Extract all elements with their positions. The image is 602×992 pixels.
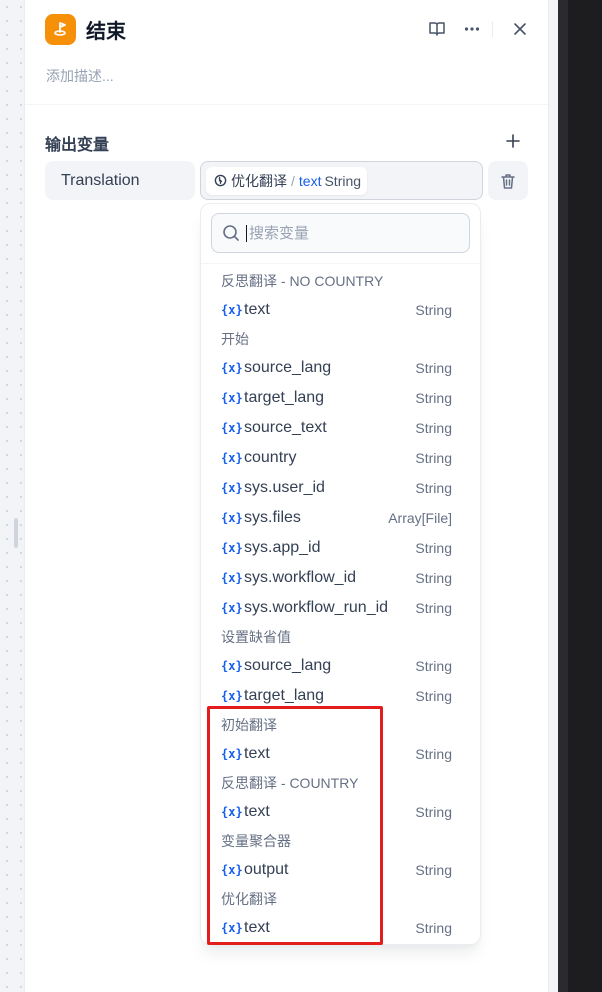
variable-option-type: String (415, 600, 452, 616)
variable-icon: {x} (221, 747, 243, 761)
variable-option-name: sys.app_id (244, 539, 321, 556)
variable-icon: {x} (221, 421, 243, 435)
variable-group-title: 反思翻译 - NO COUNTRY (221, 273, 384, 289)
variable-option-type: String (415, 862, 452, 878)
variable-option[interactable]: {x} text String (201, 295, 480, 325)
variable-icon: {x} (221, 361, 243, 375)
variable-option[interactable]: {x} text String (201, 913, 480, 943)
variable-name-input[interactable]: Translation (45, 161, 195, 200)
variable-option[interactable]: {x} source_lang String (201, 651, 480, 681)
variable-icon: {x} (221, 921, 243, 935)
variable-option[interactable]: {x} sys.app_id String (201, 533, 480, 563)
variable-option[interactable]: {x} output String (201, 855, 480, 885)
variable-option-name: output (244, 861, 289, 878)
variable-option-name: sys.workflow_run_id (244, 599, 389, 616)
selected-var-name: text (298, 172, 322, 189)
variable-option-type: String (415, 570, 452, 586)
trash-icon[interactable] (488, 161, 528, 200)
variable-group-title: 反思翻译 - COUNTRY (221, 775, 359, 791)
more-icon[interactable] (458, 15, 486, 43)
book-icon[interactable] (423, 15, 451, 43)
add-icon[interactable] (502, 130, 524, 152)
variable-option-type: String (415, 360, 452, 376)
variable-option-name: sys.workflow_id (244, 569, 357, 586)
variable-option-name: source_text (244, 419, 327, 436)
search-divider (201, 263, 480, 264)
variable-icon: {x} (221, 451, 243, 465)
canvas-resize-handle[interactable] (14, 518, 18, 548)
selected-node-name: 优化翻译 (231, 172, 287, 189)
variable-option[interactable]: {x} text String (201, 739, 480, 769)
close-icon[interactable] (506, 15, 534, 43)
variable-option-name: source_lang (244, 657, 332, 674)
variable-option-type: String (415, 420, 452, 436)
variable-option[interactable]: {x} target_lang String (201, 383, 480, 413)
variable-option[interactable]: {x} sys.user_id String (201, 473, 480, 503)
variable-option[interactable]: {x} sys.files Array[File] (201, 503, 480, 533)
variable-option-name: text (244, 803, 270, 820)
variable-option[interactable]: {x} sys.workflow_id String (201, 563, 480, 593)
variable-icon: {x} (221, 659, 243, 673)
header-divider (25, 104, 548, 105)
variable-option[interactable]: {x} target_lang String (201, 681, 480, 711)
variable-option[interactable]: {x} text String (201, 797, 480, 827)
variable-group-title: 开始 (221, 331, 249, 347)
variable-selector[interactable]: 优化翻译 / text String (200, 161, 483, 200)
output-variables-title: 输出变量 (45, 137, 110, 154)
variable-option-name: text (244, 919, 270, 936)
variable-picker-dropdown: 反思翻译 - NO COUNTRY{x}textString开始{x}sourc… (200, 203, 481, 945)
variable-option-name: target_lang (244, 389, 325, 406)
variable-option-name: sys.user_id (244, 479, 325, 496)
variable-option-type: String (415, 804, 452, 820)
variable-option-type: String (415, 302, 452, 318)
variable-search-input[interactable] (246, 224, 446, 242)
header-separator (492, 21, 493, 37)
variable-icon: {x} (221, 511, 243, 525)
variable-option-type: String (415, 688, 452, 704)
variable-group-title: 初始翻译 (221, 717, 277, 733)
selected-var-type: String (324, 172, 362, 189)
variable-option-name: text (244, 745, 270, 762)
variable-search-box[interactable] (211, 213, 470, 253)
panel-header: 结束 (45, 12, 534, 46)
variable-option[interactable]: {x} country String (201, 443, 480, 473)
variable-option-name: source_lang (244, 359, 332, 376)
variable-group-title: 变量聚合器 (221, 833, 291, 849)
description-field[interactable]: 添加描述... (46, 66, 114, 86)
variable-group-title: 优化翻译 (221, 891, 277, 907)
search-icon (222, 224, 240, 242)
variable-icon: {x} (221, 601, 243, 615)
variable-icon: {x} (221, 805, 243, 819)
variable-icon: {x} (221, 481, 243, 495)
end-node-icon (45, 13, 76, 45)
variable-option[interactable]: {x} sys.workflow_run_id String (201, 593, 480, 623)
variable-option[interactable]: {x} source_text String (201, 413, 480, 443)
variable-option-type: String (415, 658, 452, 674)
variable-option-name: text (244, 301, 270, 318)
variable-option-name: sys.files (244, 509, 301, 526)
variable-option-type: String (415, 390, 452, 406)
variable-option-type: Array[File] (388, 510, 452, 526)
variable-icon: {x} (221, 571, 243, 585)
variable-icon: {x} (221, 391, 243, 405)
variable-icon: {x} (221, 541, 243, 555)
variable-option-type: String (415, 450, 452, 466)
variable-option[interactable]: {x} source_lang String (201, 353, 480, 383)
selected-variable-chip: 优化翻译 / text String (206, 166, 368, 195)
variable-option-name: country (244, 449, 297, 466)
variable-group-title: 设置缺省值 (221, 629, 291, 645)
variable-option-type: String (415, 540, 452, 556)
variable-list: 反思翻译 - NO COUNTRY {x} text String 开始 {x} sourc… (201, 267, 480, 943)
node-title[interactable]: 结束 (86, 15, 416, 44)
variable-option-type: String (415, 920, 452, 936)
variable-icon: {x} (221, 689, 243, 703)
code-node-icon (214, 174, 227, 187)
variable-icon: {x} (221, 863, 243, 877)
dark-side-panel (558, 0, 602, 992)
variable-icon: {x} (221, 303, 243, 317)
variable-option-type: String (415, 746, 452, 762)
variable-option-name: target_lang (244, 687, 325, 704)
variable-option-type: String (415, 480, 452, 496)
path-separator: / (291, 172, 295, 189)
